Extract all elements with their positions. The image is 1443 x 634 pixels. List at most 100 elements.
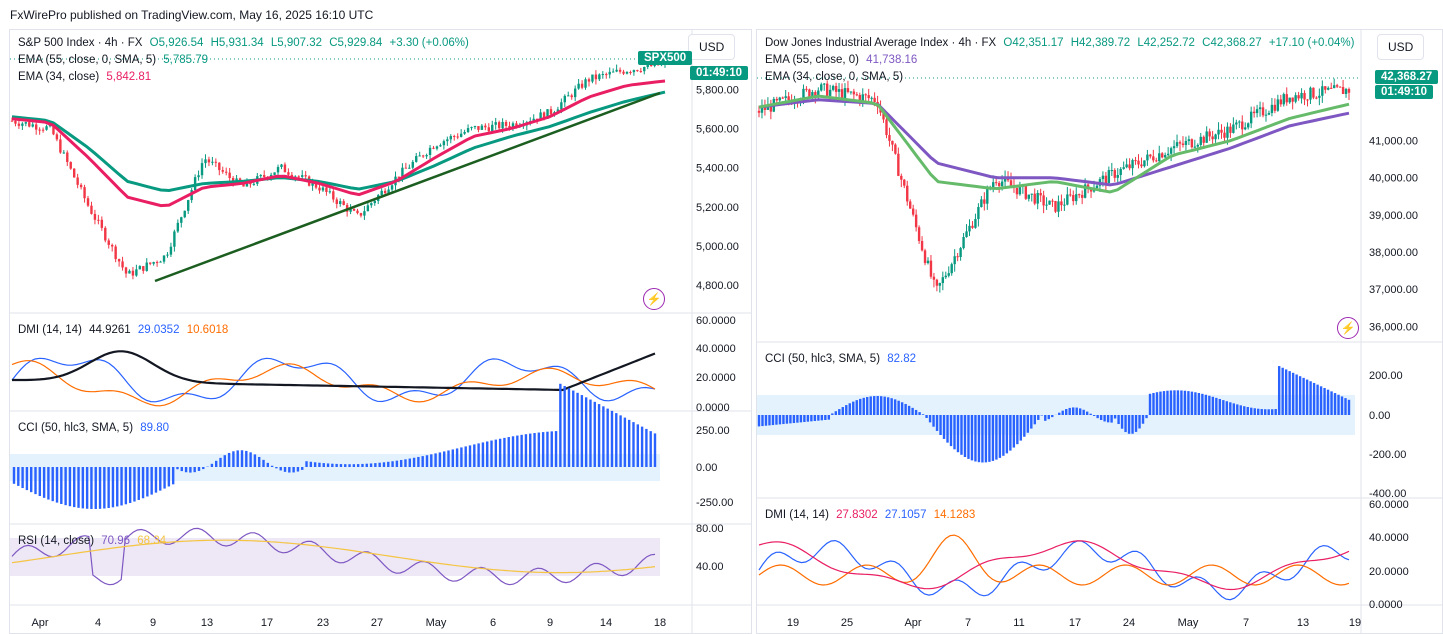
spx-candle-body	[370, 203, 373, 206]
spx-candle-body	[632, 70, 636, 73]
dji-candle-body	[1161, 153, 1164, 158]
dji-candle-body	[1282, 94, 1285, 105]
dji-candle-body	[1045, 204, 1048, 206]
spx-cci-tick: -250.00	[696, 497, 733, 509]
dji-candle-body	[906, 185, 909, 202]
spx-low: L5,907.32	[270, 37, 323, 49]
spx-dmi-legend[interactable]: DMI (14, 14) 44.9261 29.0352 10.6018	[18, 321, 232, 339]
spx-rsi-tick: 80.00	[696, 523, 724, 535]
dji-cci-bar	[796, 415, 799, 423]
dji-cci-bar	[1096, 415, 1099, 419]
dji-candle-body	[1054, 201, 1057, 212]
dji-price-tick: 39,000.00	[1369, 210, 1418, 222]
spx-candle-body	[28, 122, 31, 127]
spx-cci-bar	[404, 459, 407, 467]
spx-candle-body	[577, 83, 580, 89]
spx-cci-bar	[73, 467, 76, 508]
spx-candle-body	[14, 120, 17, 124]
spx-candle-body	[93, 213, 97, 220]
dji-candle-body	[1297, 95, 1300, 99]
dji-candle-body	[888, 135, 891, 141]
dji-cci-bar	[1236, 404, 1239, 415]
lightning-icon[interactable]: ⚡	[1337, 317, 1359, 339]
dji-candle-body	[1060, 201, 1063, 206]
spx-cci-bar	[253, 454, 257, 467]
spx-ema-line-2	[11, 79, 666, 208]
dji-cci-bar	[852, 401, 855, 415]
spx-ohlc-legend: S&P 500 Index · 4h · FX O5,926.54 H5,931…	[18, 34, 473, 52]
dji-dmi-legend[interactable]: DMI (14, 14) 27.8302 27.1057 14.1283	[765, 506, 979, 524]
dji-ema55-legend[interactable]: EMA (55, close, 0) 41,738.16	[765, 51, 921, 69]
spx-currency-button[interactable]: USD	[688, 34, 736, 60]
dji-candle-body	[1000, 181, 1004, 187]
dji-candle-body	[971, 225, 974, 228]
dji-candle-body	[1306, 99, 1309, 101]
spx-rsi-legend[interactable]: RSI (14, close) 70.96 68.34	[18, 532, 170, 550]
dji-change: +17.10 (+0.04%)	[1268, 37, 1355, 49]
spx-cci-bar	[632, 422, 635, 467]
spx-ema55-legend[interactable]: EMA (55, close, 0, SMA, 5) 5,785.79	[18, 51, 212, 69]
spx-cci-bar	[473, 444, 476, 467]
spx-cci-bar	[645, 428, 648, 467]
spx-cci-bar	[94, 467, 97, 509]
spx-ema55-value: 5,785.79	[163, 54, 209, 66]
dji-candle-body	[1258, 107, 1262, 110]
dji-candle-body	[917, 227, 921, 241]
spx-x-tick: 9	[150, 617, 156, 629]
dji-price-tick: 40,000.00	[1369, 173, 1418, 185]
spx-cci-bar	[365, 463, 368, 467]
spx-cci-bar	[455, 448, 459, 467]
spx-ema34-legend[interactable]: EMA (34, close) 5,842.81	[18, 68, 155, 86]
spx-cci-bar	[516, 435, 519, 467]
dji-cci-bar	[1002, 415, 1005, 456]
spx-candle-body	[494, 122, 497, 125]
dji-cci-bar	[1208, 395, 1211, 415]
dji-currency-button[interactable]: USD	[1377, 34, 1425, 60]
spx-cci-bar	[124, 467, 128, 505]
dji-price-tag: 42,368.27	[1375, 70, 1439, 84]
dji-cci-legend[interactable]: CCI (50, hlc3, SMA, 5) 82.82	[765, 350, 920, 368]
dji-candle-body	[1315, 97, 1318, 99]
dji-candle-body	[1149, 154, 1152, 157]
spx-cci-bar	[176, 467, 179, 470]
spx-candle-body	[176, 222, 180, 232]
spx-candle-body	[166, 254, 169, 256]
dji-cci-bar	[1215, 397, 1218, 415]
spx-candle-body	[380, 190, 383, 196]
dji-cci-bar	[1337, 394, 1340, 415]
dji-candle-body	[1009, 180, 1013, 186]
dji-ema34-legend[interactable]: EMA (34, close, 0, SMA, 5)	[765, 68, 907, 86]
spx-cci-legend[interactable]: CCI (50, hlc3, SMA, 5) 89.80	[18, 419, 173, 437]
dji-cci-bar	[897, 400, 900, 415]
dji-cci-bar	[1270, 409, 1274, 415]
dji-candle-body	[873, 97, 876, 102]
spx-chart-panel[interactable]: 5,800.00 5,600.00 5,400.00 5,200.00 5,000.00…	[9, 29, 752, 634]
dji-candle-body	[1107, 170, 1111, 184]
spx-candle-body	[601, 74, 605, 76]
dji-cci-bar	[1134, 415, 1138, 432]
dji-cci-bar	[1078, 408, 1082, 415]
dji-x-tick: 19	[787, 617, 799, 629]
dji-candle-body	[1241, 121, 1244, 130]
dji-candle-body	[1279, 99, 1283, 105]
spx-cci-bar	[615, 413, 618, 467]
dji-cci-bar	[956, 415, 960, 453]
spx-cci-bar	[98, 467, 102, 509]
lightning-icon[interactable]: ⚡	[643, 288, 665, 310]
spx-cci-bar	[464, 446, 467, 467]
spx-cci-bar	[232, 451, 235, 467]
spx-dmi-tick: 40.0000	[696, 343, 736, 355]
dji-cci-bar	[1173, 390, 1176, 415]
spx-candle-body	[114, 246, 117, 260]
spx-candle-body	[497, 122, 501, 129]
spx-cci-label: CCI (50, hlc3, SMA, 5)	[18, 422, 134, 434]
dji-ema34-label: EMA (34, close, 0, SMA, 5)	[765, 71, 904, 83]
dji-cci-bar	[1113, 415, 1117, 419]
dji-chart-panel[interactable]: 41,000.00 40,000.00 39,000.00 38,000.00 37,0…	[756, 29, 1443, 634]
spx-cci-bar	[546, 431, 549, 467]
spx-candle-body	[280, 164, 283, 168]
spx-cci-bar	[468, 445, 472, 467]
spx-cci-bar	[81, 467, 85, 509]
spx-candle-body	[584, 79, 587, 88]
spx-cci-bar	[236, 450, 239, 467]
